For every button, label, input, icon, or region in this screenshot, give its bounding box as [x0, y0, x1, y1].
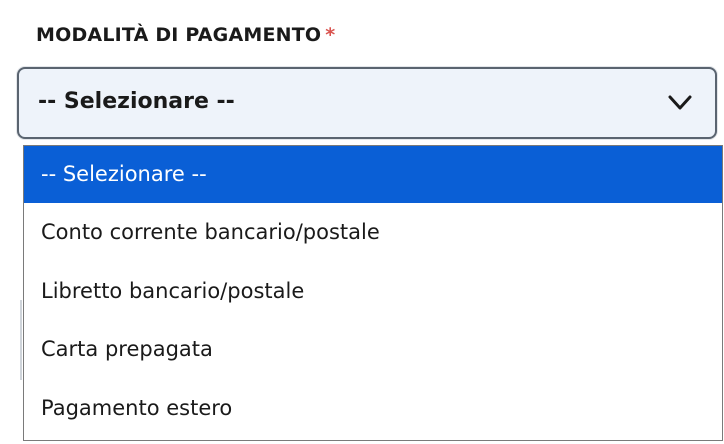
underlying-field-edge — [20, 300, 22, 380]
payment-method-dropdown-list: -- Selezionare -- Conto corrente bancari… — [23, 145, 723, 441]
payment-method-label: MODALITÀ DI PAGAMENTO * — [36, 24, 335, 46]
payment-method-label-text: MODALITÀ DI PAGAMENTO — [36, 24, 322, 46]
payment-method-select[interactable]: -- Selezionare -- — [17, 67, 717, 139]
payment-method-form: MODALITÀ DI PAGAMENTO * -- Selezionare --… — [0, 0, 724, 444]
select-current-value: -- Selezionare -- — [38, 89, 235, 114]
option-carta-prepagata[interactable]: Carta prepagata — [24, 320, 722, 379]
chevron-down-icon — [668, 95, 692, 110]
required-marker: * — [325, 24, 336, 46]
option-conto-corrente[interactable]: Conto corrente bancario/postale — [24, 203, 722, 262]
option-pagamento-estero[interactable]: Pagamento estero — [24, 379, 722, 438]
option-libretto[interactable]: Libretto bancario/postale — [24, 262, 722, 321]
option-selezionare[interactable]: -- Selezionare -- — [24, 146, 722, 203]
